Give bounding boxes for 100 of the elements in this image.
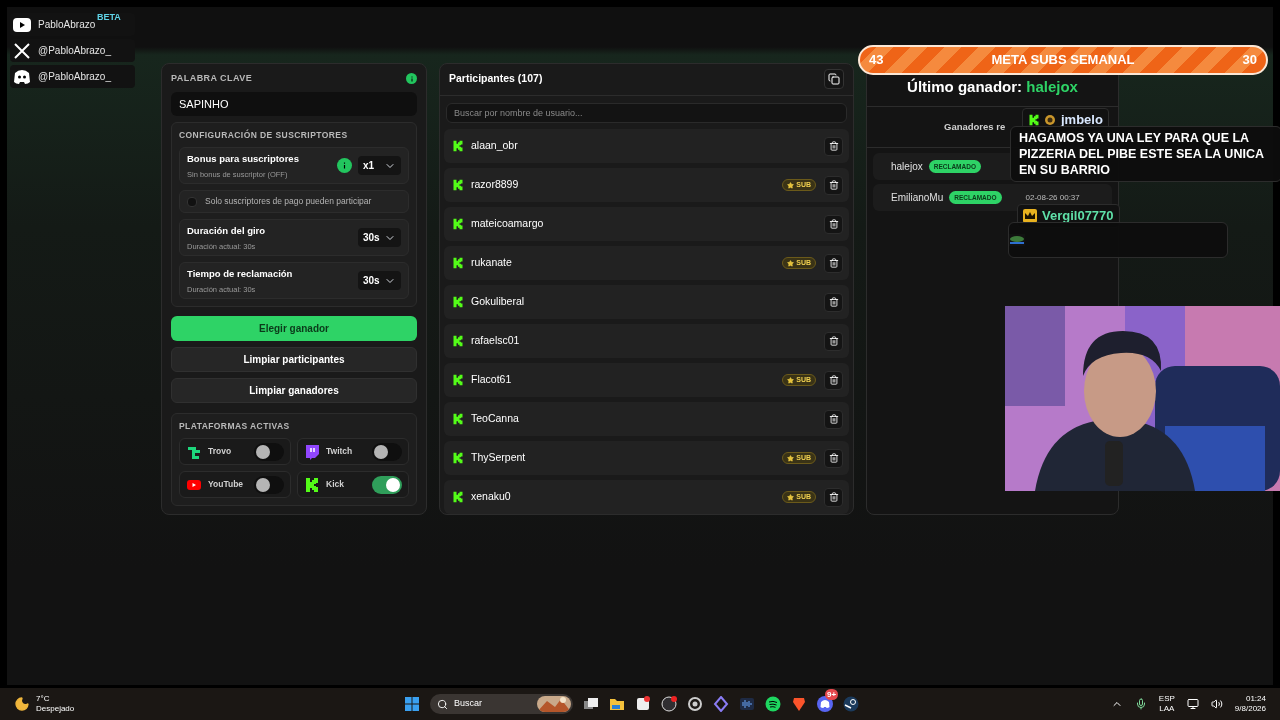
trash-icon (828, 141, 839, 151)
participant-row[interactable]: TeoCanna (444, 402, 849, 436)
social-handle: @PabloAbrazo_ (38, 70, 111, 84)
network-icon[interactable] (1186, 698, 1199, 710)
action-button[interactable]: Elegir ganador (171, 316, 417, 342)
toggle-switch[interactable] (372, 442, 402, 461)
star-icon (787, 493, 795, 501)
participant-row[interactable]: alaan_obr (444, 129, 849, 163)
info-icon[interactable] (406, 73, 417, 85)
kick-icon (452, 413, 464, 425)
beta-label: BETA (97, 11, 121, 24)
trash-icon (828, 297, 839, 307)
participant-name: ThySerpent (471, 450, 526, 466)
trash-icon (828, 336, 839, 346)
delete-button[interactable] (824, 487, 843, 507)
delete-button[interactable] (824, 370, 843, 390)
delete-button[interactable] (824, 292, 843, 312)
weather-label: Despejado (36, 704, 75, 714)
delete-button[interactable] (824, 136, 843, 156)
mic-icon[interactable] (1134, 698, 1147, 710)
delete-button[interactable] (824, 253, 843, 273)
x-logo-icon (12, 40, 32, 61)
kick-icon (452, 335, 464, 347)
taskbar-search[interactable]: Buscar (430, 694, 573, 714)
setting-label: Tiempo de reclamación (187, 266, 293, 281)
participant-row[interactable]: rafaelsc01 (444, 324, 849, 358)
record-icon[interactable] (687, 696, 703, 712)
delete-button[interactable] (824, 409, 843, 429)
search-icon (437, 698, 448, 710)
participant-name: Flacot61 (471, 372, 512, 388)
platform-name: Trovo (208, 445, 232, 458)
winner-date: 02-08-26 00:37 (1025, 191, 1080, 204)
winner-name: halejox (891, 160, 923, 174)
task-view-icon[interactable] (583, 696, 599, 712)
kick-icon (452, 452, 464, 464)
participant-row[interactable]: mateicoamargo (444, 207, 849, 241)
copy-icon (828, 73, 840, 86)
duration-dropdown[interactable]: 30s (358, 228, 401, 248)
notification-badge: 9+ (825, 689, 839, 700)
recent-winners-title: Ganadores re (944, 119, 1006, 134)
search-field[interactable]: Buscar por nombre de usuario... (446, 102, 847, 123)
star-icon (787, 181, 795, 189)
setting-label: Bonus para suscriptores (187, 151, 299, 166)
trash-icon (828, 219, 839, 229)
steam-icon[interactable] (843, 696, 859, 712)
volume-icon[interactable] (1210, 698, 1223, 710)
action-button[interactable]: Limpiar ganadores (171, 378, 417, 404)
toggle-switch[interactable] (254, 442, 284, 461)
kick-icon (452, 374, 464, 386)
star-icon (787, 259, 795, 267)
last-winner: Último ganador: halejox (907, 76, 1078, 97)
delete-button[interactable] (824, 448, 843, 468)
discord-icon[interactable] (817, 696, 833, 712)
toggle-switch[interactable] (254, 475, 284, 494)
checkbox[interactable] (187, 196, 197, 207)
kick-icon (452, 296, 464, 308)
diamond-icon[interactable] (713, 696, 729, 712)
participant-name: rukanate (471, 255, 512, 271)
participant-name: rafaelsc01 (471, 333, 520, 349)
delete-button[interactable] (824, 331, 843, 351)
chat-username: Vergil07770 (1042, 207, 1114, 226)
copy-button[interactable] (824, 69, 844, 90)
folder-icon[interactable] (609, 696, 625, 712)
app-icon[interactable] (635, 696, 651, 712)
participant-name: mateicoamargo (471, 216, 544, 232)
duration-dropdown[interactable]: 30s (358, 271, 401, 291)
participant-row[interactable]: Gokuliberal (444, 285, 849, 319)
goal-current: 43 (869, 51, 884, 70)
audio-wave-icon[interactable] (739, 696, 755, 712)
star-icon (787, 454, 795, 462)
checkbox-label: Solo suscriptores de pago pueden participar (205, 195, 372, 209)
spotify-icon[interactable] (765, 696, 781, 712)
start-icon[interactable] (404, 696, 420, 712)
crown-icon (1023, 209, 1037, 223)
panel-title: Participantes (107) (449, 71, 543, 87)
kick-icon (1028, 114, 1040, 126)
participant-name: Gokuliberal (471, 294, 525, 310)
kick-icon (452, 179, 464, 191)
lion-shield-icon[interactable] (791, 696, 807, 712)
social-handle: PabloAbrazo (38, 18, 96, 32)
trash-icon (828, 180, 839, 190)
setting-label: Duración del giro (187, 223, 266, 238)
platform-name: YouTube (208, 478, 244, 491)
winner-name: EmilianoMu (891, 191, 944, 205)
delete-button[interactable] (824, 175, 843, 195)
trash-icon (828, 414, 839, 424)
star-icon (787, 376, 795, 384)
keyword-field[interactable]: SAPINHO (171, 91, 417, 116)
delete-button[interactable] (824, 214, 843, 234)
kick-icon (304, 476, 320, 493)
kick-icon (452, 491, 464, 503)
bonus-dropdown[interactable]: x1 (358, 156, 401, 176)
action-button[interactable]: Limpiar participantes (171, 347, 417, 373)
info-icon[interactable] (337, 158, 352, 174)
obs-icon[interactable] (661, 696, 677, 712)
toggle-switch[interactable] (372, 475, 402, 494)
section-title: PALABRA CLAVE (171, 72, 253, 85)
language-indicator[interactable]: ESP LAA (1158, 694, 1175, 714)
kick-icon (452, 257, 464, 269)
clock[interactable]: 01:24 9/8/2026 (1234, 694, 1266, 714)
